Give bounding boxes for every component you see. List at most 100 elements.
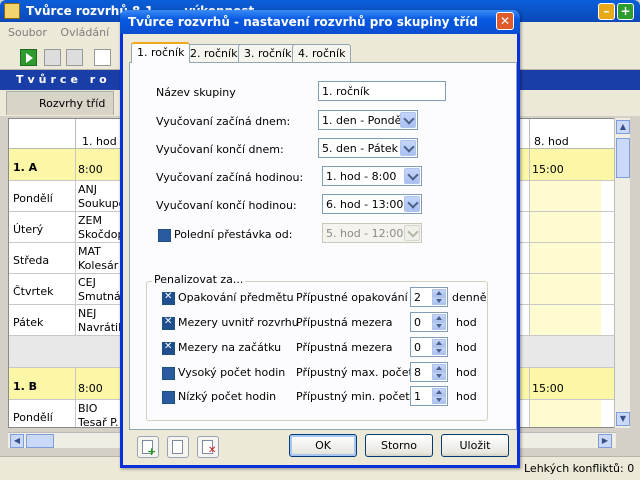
penalize-checkbox[interactable] [162,316,175,330]
penalize-label: Mezery na začátku [178,341,282,354]
conflicts-status: Lehkých konfliktů: 0 [524,462,635,475]
chevron-down-icon[interactable] [400,112,416,128]
penalize-label: Opakování předmětu [178,291,294,304]
lunch-break-checkbox[interactable] [158,229,171,242]
grid-vertical-scrollbar[interactable]: ▲ ▼ [614,118,630,428]
tab-rocnik-3[interactable]: 3. ročník [238,44,298,62]
start-hour-select[interactable]: 1. hod - 8:00 [322,166,422,186]
grid-cell[interactable] [529,274,601,304]
new-document-icon[interactable] [94,49,111,66]
run-icon[interactable] [20,49,37,66]
close-icon[interactable]: ✕ [496,12,514,30]
scroll-thumb[interactable] [616,138,630,178]
spin-down-icon[interactable] [432,347,446,355]
day-label: Pondělí [13,411,53,424]
pause-icon[interactable] [44,49,61,66]
group-name-label: Název skupiny [156,86,236,99]
spin-up-icon[interactable] [432,364,446,372]
scroll-left-icon[interactable]: ◀ [10,434,24,448]
penalize-spinner[interactable]: 2 [410,287,448,307]
start-day-label: Vyučovaní začíná dnem: [156,115,291,128]
spin-up-icon[interactable] [432,289,446,297]
day-label: Pondělí [13,192,53,205]
end-hour-select[interactable]: 6. hod - 13:00 [322,194,422,214]
app-icon [4,3,20,19]
spin-down-icon[interactable] [432,322,446,330]
penalize-value: 2 [414,291,421,304]
maximize-button[interactable]: + [617,3,634,20]
chevron-down-icon [404,225,420,241]
grid-cell[interactable] [529,212,601,242]
penalize-value: 1 [414,390,421,403]
scroll-up-icon[interactable]: ▲ [616,120,630,134]
ok-button[interactable]: OK [289,434,357,457]
spin-down-icon[interactable] [432,372,446,380]
tab-rocnik-2[interactable]: 2. ročník [184,44,244,62]
end-day-select[interactable]: 5. den - Pátek [318,138,418,158]
group-name-input[interactable]: 1. ročník [318,81,446,101]
menu-item-ovladani[interactable]: Ovládání [60,26,109,39]
tab-rocnik-1[interactable]: 1. ročník [131,42,191,63]
delete-icon: ✕ [208,445,217,456]
dialog-titlebar: Tvůrce rozvrhů - nastavení rozvrhů pro s… [120,10,520,34]
day-label: Pátek [13,316,44,329]
end-day-value: 5. den - Pátek [322,142,399,155]
penalize-unit: hod [456,366,477,379]
class-label: 1. B [13,380,38,393]
lunch-break-select[interactable]: 5. hod - 12:00 [322,223,422,243]
scroll-down-icon[interactable]: ▼ [616,412,630,426]
day-label: Středa [13,254,50,267]
subject: MAT [78,245,101,258]
copy-group-button[interactable] [167,436,189,458]
teacher: Tesař P. [78,416,119,428]
chevron-down-icon[interactable] [400,140,416,156]
document-header-text: Tvůrce ro [16,73,111,86]
grid-cell[interactable] [529,305,601,335]
subject: ZEM [78,214,102,227]
column-header-hour-8: 8. hod [529,119,599,149]
penalize-checkbox[interactable] [162,341,175,355]
penalize-spinner[interactable]: 0 [410,312,448,332]
spin-up-icon[interactable] [432,314,446,322]
penalize-spinner[interactable]: 1 [410,386,448,406]
scroll-right-icon[interactable]: ▶ [598,434,612,448]
scroll-thumb[interactable] [26,434,54,448]
spin-up-icon[interactable] [432,339,446,347]
penalize-label: Mezery uvnitř rozvrhu [178,316,299,329]
add-group-button[interactable]: + [137,436,159,458]
grid-cell[interactable] [529,181,601,211]
start-hour-label: Vyučovaní začíná hodinou: [156,171,304,184]
spin-down-icon[interactable] [432,297,446,305]
lunch-break-value: 5. hod - 12:00 [326,227,404,240]
grid-cell[interactable]: 15:00 [529,368,601,399]
penalize-checkbox[interactable] [162,391,175,404]
penalize-checkbox[interactable] [162,367,175,380]
penalize-spinner[interactable]: 0 [410,337,448,357]
penalize-label: Nízký počet hodin [178,390,277,403]
penalize-spinner[interactable]: 8 [410,362,448,382]
minimize-button[interactable]: – [598,3,615,20]
chevron-down-icon[interactable] [404,168,420,184]
grid-cell[interactable] [529,400,601,427]
penalize-label: Vysoký počet hodin [178,366,286,379]
day-label: Čtvrtek [13,285,54,298]
tab-rocnik-4[interactable]: 4. ročník [292,44,352,62]
subject: CEJ [78,276,96,289]
stop-icon[interactable] [66,49,83,66]
grid-cell[interactable] [529,243,601,273]
settings-dialog: Tvůrce rozvrhů - nastavení rozvrhů pro s… [120,10,520,468]
spin-down-icon[interactable] [432,396,446,404]
grid-cell[interactable]: 15:00 [529,149,601,180]
subject: BIO [78,402,98,415]
penalize-value: 8 [414,366,421,379]
end-hour-label: Vyučovaní končí hodinou: [156,199,297,212]
menu-item-soubor[interactable]: Soubor [8,26,47,39]
chevron-down-icon[interactable] [404,196,420,212]
spin-up-icon[interactable] [432,388,446,396]
tab-rozvrhy-trid[interactable]: Rozvrhy tříd [6,91,114,115]
cancel-button[interactable]: Storno [365,434,433,457]
start-day-select[interactable]: 1. den - Pondělí [318,110,418,130]
save-button[interactable]: Uložit [441,434,509,457]
penalize-checkbox[interactable] [162,291,175,305]
delete-group-button[interactable]: ✕ [197,436,219,458]
